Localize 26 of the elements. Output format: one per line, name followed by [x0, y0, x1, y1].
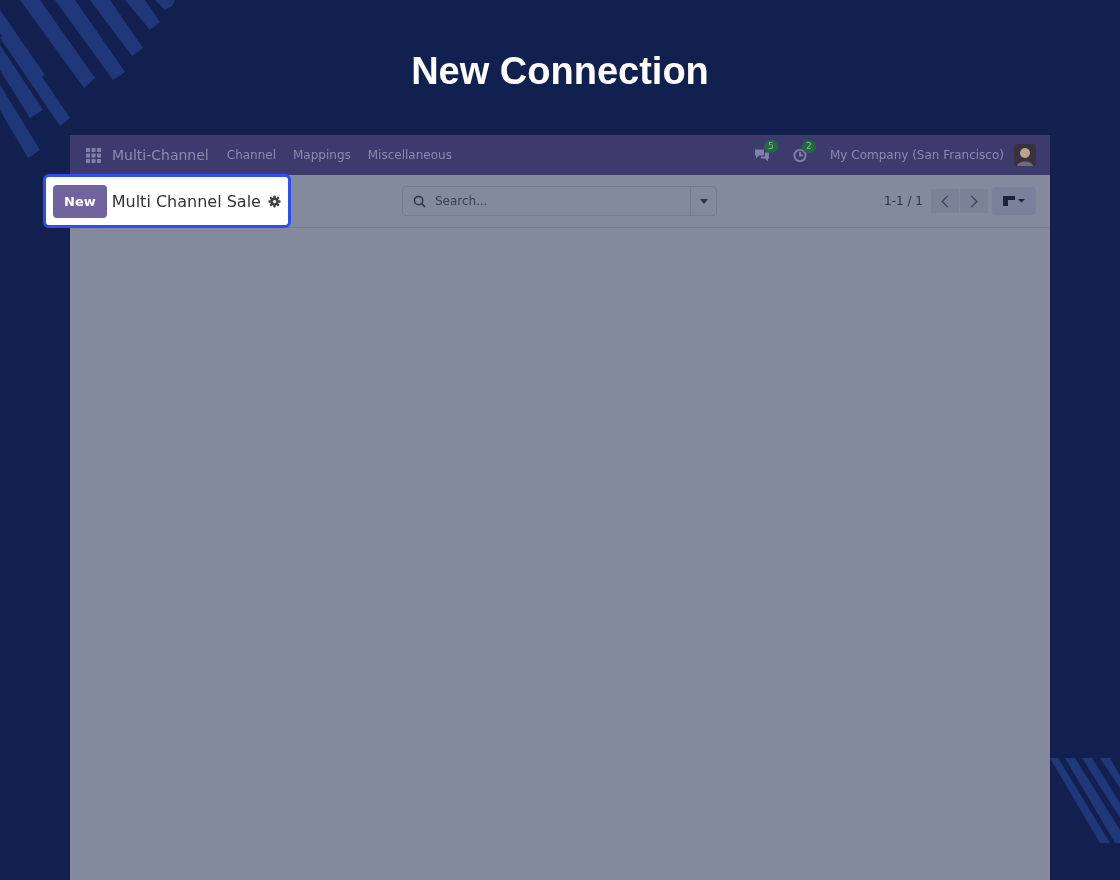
settings-icon[interactable]: [267, 194, 281, 208]
breadcrumb-title: Multi Channel Sale: [111, 191, 261, 211]
search-input[interactable]: Search...: [435, 194, 690, 208]
notification-badge: 2: [802, 139, 816, 153]
user-avatar[interactable]: [1014, 144, 1036, 166]
search-field[interactable]: Search...: [402, 186, 717, 216]
menu-item[interactable]: Channel: [226, 148, 276, 162]
caret-icon: [699, 198, 708, 204]
pager-value: 1-1 / 1: [884, 194, 923, 208]
menu-item[interactable]: Mappings: [293, 148, 351, 162]
company-switcher[interactable]: My Company (San Francisco): [830, 148, 1004, 162]
clock-icon[interactable]: [792, 147, 808, 163]
menu-item[interactable]: Miscellaneous: [367, 148, 452, 162]
chat-icon[interactable]: [754, 147, 770, 163]
next-button[interactable]: [960, 189, 988, 213]
previous-button[interactable]: [931, 189, 959, 213]
view-switcher-button[interactable]: [992, 187, 1036, 215]
page-heading: New Connection: [411, 49, 709, 94]
notification-badge: 5: [764, 139, 778, 153]
apps-menu-icon[interactable]: [86, 147, 101, 163]
new-button[interactable]: New: [53, 184, 107, 218]
chevron-right-icon: [970, 194, 978, 208]
search-icon: [413, 194, 426, 208]
chevron-left-icon: [941, 194, 949, 208]
app-name[interactable]: Multi-Channel: [112, 147, 209, 163]
kanban-view-icon: [1003, 196, 1025, 206]
